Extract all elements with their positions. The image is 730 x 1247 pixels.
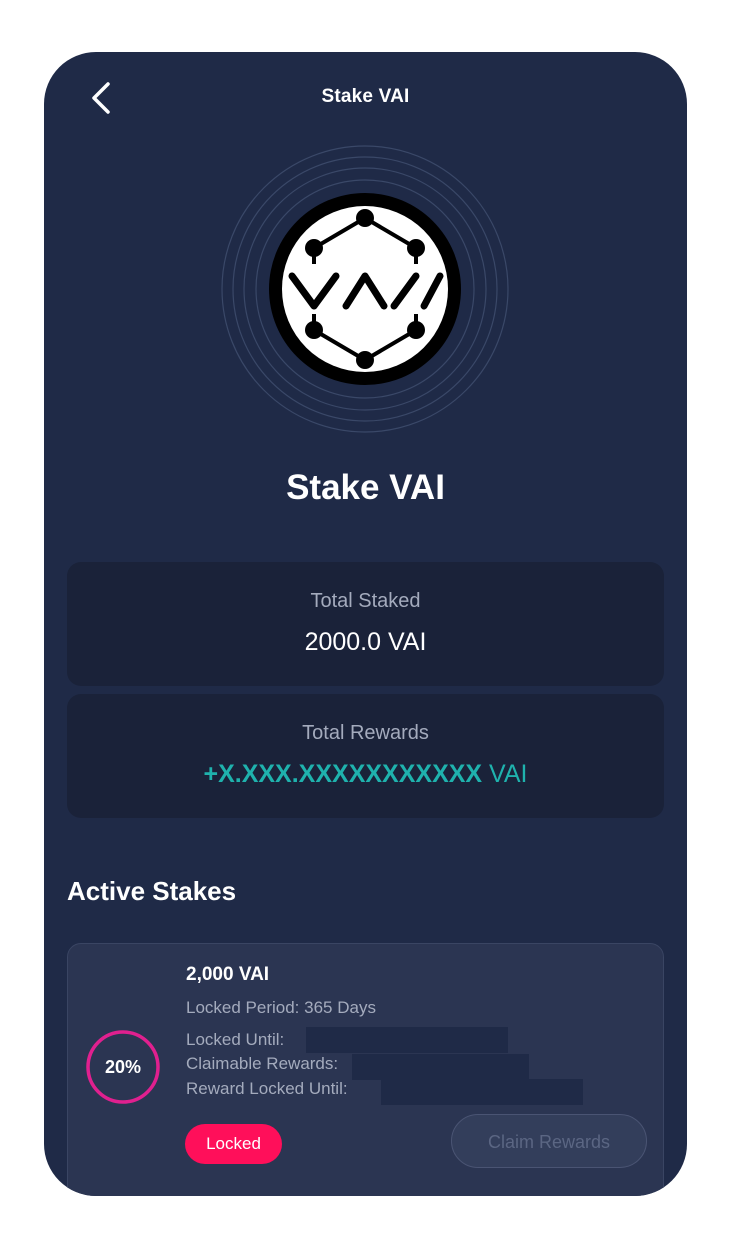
locked-until-label: Locked Until: bbox=[186, 1030, 285, 1049]
reward-locked-until-label: Reward Locked Until: bbox=[186, 1079, 348, 1098]
total-rewards-unit: VAI bbox=[482, 760, 528, 788]
total-rewards-card: Total Rewards +X.XXX.XXXXXXXXXXX VAI bbox=[67, 694, 664, 818]
active-stakes-title: Active Stakes bbox=[67, 876, 237, 906]
claimable-rewards-label: Claimable Rewards: bbox=[186, 1054, 339, 1073]
header-title: Stake VAI bbox=[321, 86, 410, 107]
locked-period: Locked Period: 365 Days bbox=[186, 998, 376, 1017]
progress-percent: 20% bbox=[104, 1057, 142, 1077]
redacted-claimable-rewards-value bbox=[352, 1054, 529, 1080]
claim-rewards-button[interactable]: Claim Rewards bbox=[451, 1114, 647, 1168]
total-staked-value: 2000.0 VAI bbox=[304, 628, 427, 656]
total-rewards-amount: +X.XXX.XXXXXXXXXXX bbox=[203, 760, 483, 788]
page-title: Stake VAI bbox=[286, 468, 445, 507]
stake-amount: 2,000 VAI bbox=[186, 964, 270, 985]
redacted-locked-until-value bbox=[306, 1027, 508, 1053]
total-staked-label: Total Staked bbox=[310, 590, 421, 612]
total-staked-card: Total Staked 2000.0 VAI bbox=[67, 562, 664, 686]
app-screen: Stake VAI Stake VAI Total Staked 2000.0 … bbox=[44, 52, 687, 1196]
total-rewards-label: Total Rewards bbox=[302, 722, 429, 744]
redacted-reward-locked-until-value bbox=[381, 1079, 583, 1105]
header: Stake VAI bbox=[44, 52, 687, 142]
stake-card: 20% 2,000 VAI Locked Period: 365 Days Lo… bbox=[67, 943, 664, 1196]
status-badge: Locked bbox=[185, 1124, 282, 1164]
vai-logo bbox=[220, 144, 510, 434]
total-rewards-value: +X.XXX.XXXXXXXXXXX VAI bbox=[67, 760, 664, 789]
